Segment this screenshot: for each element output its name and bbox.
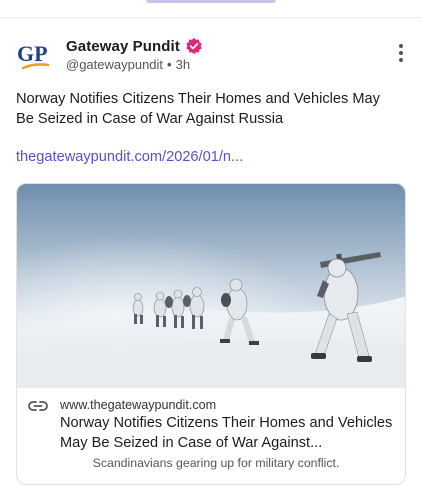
author-name[interactable]: Gateway Pundit <box>66 38 180 55</box>
post-link[interactable]: thegatewaypundit.com/2026/01/n... <box>16 149 243 165</box>
author-block: Gateway Pundit @gatewaypundit • 3h <box>66 36 203 72</box>
card-image[interactable] <box>17 184 405 388</box>
card-description: Scandinavians gearing up for military co… <box>92 456 340 470</box>
post-header: GP Gateway Pundit @gatewaypundit • 3h <box>0 18 422 80</box>
post-text: Norway Notifies Citizens Their Homes and… <box>16 91 380 127</box>
author-handle[interactable]: @gatewaypundit <box>66 57 163 72</box>
post-time: 3h <box>175 57 191 72</box>
link-icon <box>28 401 48 411</box>
link-preview-card[interactable]: www.thegatewaypundit.com Norway Notifies… <box>16 183 406 485</box>
verified-badge-icon <box>186 37 202 55</box>
meta-separator: • <box>167 57 172 72</box>
card-title[interactable]: Norway Notifies Citizens Their Homes and… <box>60 414 400 453</box>
more-vertical-icon[interactable] <box>394 42 408 64</box>
avatar[interactable]: GP <box>16 38 52 74</box>
avatar-logo-text: GP <box>17 41 48 66</box>
top-tab-indicator <box>146 0 276 3</box>
card-domain: www.thegatewaypundit.com <box>60 398 217 412</box>
post-meta: @gatewaypundit • 3h <box>66 57 203 72</box>
